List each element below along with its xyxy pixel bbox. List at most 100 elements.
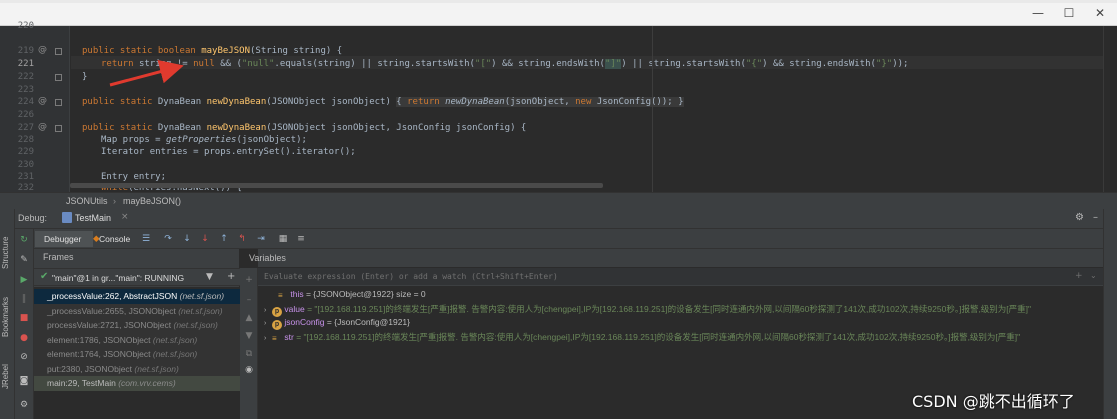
step-out-icon[interactable]: ↑ xyxy=(218,233,230,245)
menu-icon[interactable]: ☰ xyxy=(140,233,152,245)
tab-bookmarks[interactable]: Bookmarks xyxy=(1,297,10,337)
view-breakpoints-icon[interactable]: ● xyxy=(18,332,30,344)
frame-method: main:29, TestMain xyxy=(47,378,116,388)
code-token: "null" xyxy=(241,59,275,69)
duplicate-icon[interactable]: ⧉ xyxy=(243,348,255,360)
pause-icon[interactable]: ‖ xyxy=(18,293,30,305)
add-icon[interactable]: + xyxy=(227,271,235,282)
line-number: 226 xyxy=(17,110,34,120)
code-token: ) || string.startsWith( xyxy=(621,59,746,69)
move-up-icon[interactable]: ▲ xyxy=(243,312,255,324)
frame-list: _processValue:262, AbstractJSON (net.sf.… xyxy=(34,287,240,419)
fold-marker-icon[interactable] xyxy=(55,74,62,81)
code-token: public static xyxy=(82,97,158,107)
debug-label: Debug: xyxy=(18,213,48,223)
horizontal-scrollbar[interactable] xyxy=(70,183,603,188)
code-token: newDynaBean xyxy=(445,97,505,107)
frame-item[interactable]: put:2380, JSONObject (net.sf.json) xyxy=(34,361,240,376)
glasses-icon[interactable]: ◉ xyxy=(243,364,255,376)
fold-marker-icon[interactable] xyxy=(55,125,62,132)
camera-icon[interactable]: ◙ xyxy=(18,375,30,387)
code-token: string != xyxy=(138,59,194,69)
line-number: 223 xyxy=(17,85,34,95)
fold-marker-icon[interactable] xyxy=(55,99,62,106)
step-into-icon[interactable]: ↓ xyxy=(181,233,193,245)
code-token: return xyxy=(101,59,139,69)
new-watch-icon[interactable]: + xyxy=(243,274,255,286)
frame-item[interactable]: main:29, TestMain (com.vrv.cems) xyxy=(34,376,240,391)
variable-value: = "[192.168.119.251]的终端发生[严重]报警. 告警内容:使用… xyxy=(296,332,1021,342)
remove-watch-icon[interactable]: – xyxy=(243,294,255,306)
tab-jrebel[interactable]: JRebel xyxy=(1,364,10,389)
resume-icon[interactable]: ▶ xyxy=(18,274,30,286)
breadcrumb-separator: › xyxy=(113,196,116,206)
tab-console[interactable]: Console xyxy=(99,234,130,244)
variable-row[interactable]: › p jsonConfig = {JsonConfig@1921} xyxy=(264,317,1109,331)
vertical-scrollbar[interactable] xyxy=(1103,26,1117,192)
line-number: 222 xyxy=(17,72,34,82)
gear-icon[interactable]: ⚙ xyxy=(1075,212,1084,223)
override-marker-icon[interactable]: @ xyxy=(38,45,47,55)
thread-label: "main"@1 in gr..."main": RUNNING xyxy=(52,273,185,283)
move-down-icon[interactable]: ▼ xyxy=(243,330,255,342)
force-step-into-icon[interactable]: ↓ xyxy=(199,233,211,245)
code-token: DynaBean xyxy=(157,123,207,133)
stop-icon[interactable]: ■ xyxy=(18,312,30,324)
debug-header: Debug: TestMain × ⚙ – xyxy=(15,209,1117,229)
minimize-button[interactable]: — xyxy=(1030,6,1046,20)
add-watch-icon[interactable]: + xyxy=(1075,271,1083,281)
expand-icon[interactable]: › xyxy=(264,307,272,314)
minimize-panel-icon[interactable]: – xyxy=(1093,212,1098,223)
code-token: (jsonObject, xyxy=(504,97,576,107)
frame-item[interactable]: _processValue:2655, JSONObject (net.sf.j… xyxy=(34,303,240,318)
breadcrumb-class[interactable]: JSONUtils xyxy=(66,196,108,206)
close-button[interactable]: ✕ xyxy=(1092,6,1108,20)
tab-debugger[interactable]: Debugger xyxy=(44,234,81,244)
debug-toolbar: Debugger ◆ Console ☰ ↷ ↓ ↓ ↑ ↰ ⇥ ▦ ≡ xyxy=(15,229,1117,249)
evaluate-expression-input[interactable]: Evaluate expression (Enter) or add a wat… xyxy=(258,268,1103,286)
line-number: 227 xyxy=(17,123,34,133)
dropdown-icon[interactable]: ⌄ xyxy=(1090,271,1097,280)
code-token: "}" xyxy=(875,59,893,69)
frame-item[interactable]: element:1786, JSONObject (net.sf.json) xyxy=(34,332,240,347)
close-tab-icon[interactable]: × xyxy=(121,212,129,222)
code-token: return xyxy=(407,97,446,107)
expand-icon[interactable]: › xyxy=(264,335,272,342)
breadcrumb-method[interactable]: mayBeJSON() xyxy=(123,196,181,206)
variable-row[interactable]: › p value = "[192.168.119.251]的终端发生[严重]报警… xyxy=(264,303,1109,317)
mute-breakpoints-icon[interactable]: ⊘ xyxy=(18,351,30,363)
variable-row[interactable]: › ≡ str = "[192.168.119.251]的终端发生[严重]报警. … xyxy=(264,331,1109,345)
rerun-icon[interactable]: ↻ xyxy=(18,234,30,246)
frame-item[interactable]: element:1764, JSONObject (net.sf.json) xyxy=(34,347,240,362)
code-token: public static xyxy=(82,123,158,133)
evaluate-placeholder: Evaluate expression (Enter) or add a wat… xyxy=(264,272,558,281)
expand-icon[interactable]: › xyxy=(264,320,272,327)
left-tool-strip: Structure Bookmarks JRebel xyxy=(0,209,15,419)
override-marker-icon[interactable]: @ xyxy=(38,122,47,132)
settings-icon[interactable]: ⚙ xyxy=(18,399,30,411)
frame-package: (com.vrv.cems) xyxy=(118,378,176,388)
run-to-cursor-icon[interactable]: ⇥ xyxy=(255,233,267,245)
frame-package: (net.sf.json) xyxy=(152,349,198,359)
variable-value: = {JSONObject@1922} size = 0 xyxy=(305,289,426,299)
fold-marker-icon[interactable] xyxy=(55,48,62,55)
maximize-button[interactable]: ☐ xyxy=(1061,6,1077,20)
code-token: ) && string.endsWith( xyxy=(762,59,876,69)
parameter-icon: p xyxy=(272,320,282,330)
drop-frame-icon[interactable]: ↰ xyxy=(236,233,248,245)
trace-icon[interactable]: ≡ xyxy=(295,233,307,245)
step-over-icon[interactable]: ↷ xyxy=(162,233,174,245)
code-token: && ( xyxy=(214,59,242,69)
filter-icon[interactable]: ▼ xyxy=(206,272,213,282)
evaluate-icon[interactable]: ▦ xyxy=(277,233,289,245)
override-marker-icon[interactable]: @ xyxy=(38,96,47,106)
tab-structure[interactable]: Structure xyxy=(1,237,10,269)
tab-testmain[interactable]: TestMain xyxy=(75,213,111,223)
frame-item[interactable]: _processValue:262, AbstractJSON (net.sf.… xyxy=(34,289,240,304)
code-editor[interactable]: 220 219 221 222 223 224 226 227 228 229 … xyxy=(0,21,1117,193)
wrench-icon[interactable]: ✎ xyxy=(18,254,30,266)
frame-item[interactable]: processValue:2721, JSONObject (net.sf.js… xyxy=(34,318,240,333)
thread-selector[interactable]: ✔ "main"@1 in gr..."main": RUNNING ▼ + xyxy=(34,268,240,286)
code-line-229: Iterator entries = props.entrySet().iter… xyxy=(101,147,356,157)
variable-row[interactable]: ≡ this = {JSONObject@1922} size = 0 xyxy=(278,289,1117,303)
